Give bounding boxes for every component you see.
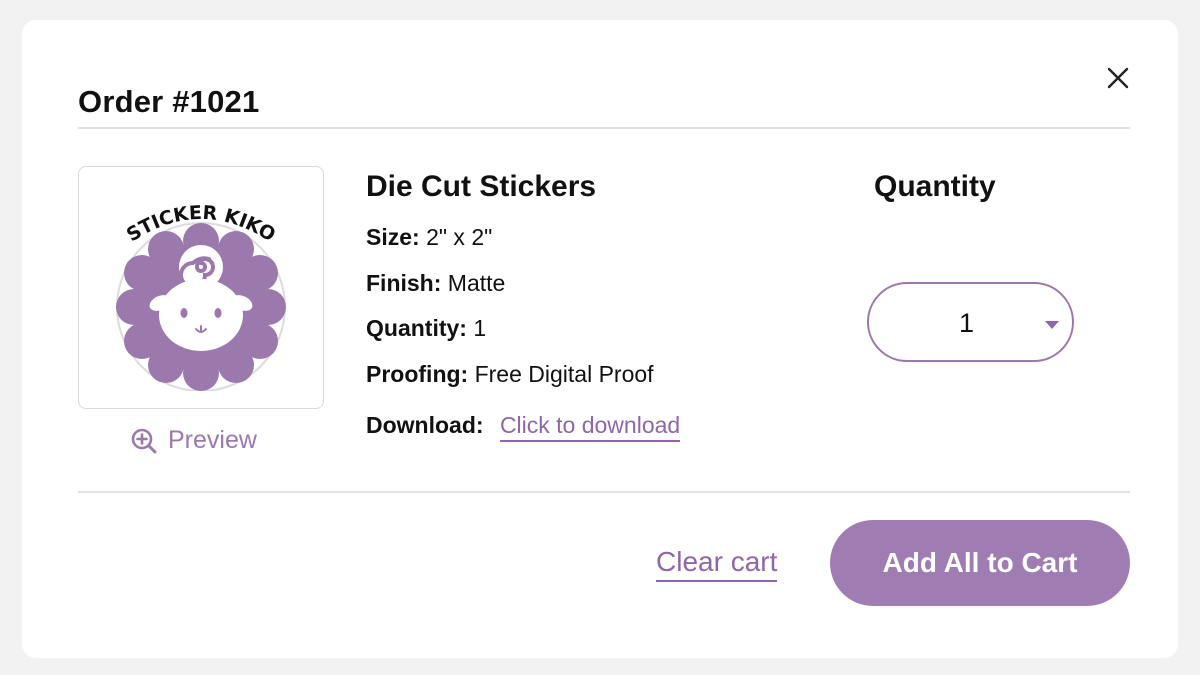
spec-download-key: Download:	[366, 412, 484, 438]
spec-finish: Finish: Matte	[366, 270, 505, 297]
quantity-heading: Quantity	[874, 170, 996, 203]
close-icon	[1107, 67, 1129, 89]
spec-download: Download: Click to download	[366, 412, 681, 442]
caret-down-icon	[1045, 321, 1059, 329]
add-all-to-cart-button[interactable]: Add All to Cart	[830, 520, 1130, 606]
preview-link[interactable]: Preview	[130, 426, 257, 455]
quantity-selected-value: 1	[958, 308, 975, 338]
spec-size-value: 2" x 2"	[426, 224, 493, 250]
header-divider	[78, 127, 1130, 129]
download-link[interactable]: Click to download	[499, 412, 681, 442]
spec-size-key: Size:	[366, 224, 420, 250]
modal-title: Order #1021	[78, 84, 260, 119]
spec-quantity: Quantity: 1	[366, 315, 486, 342]
product-name: Die Cut Stickers	[366, 170, 597, 203]
preview-label: Preview	[168, 426, 257, 454]
spec-proofing-value: Free Digital Proof	[474, 361, 654, 387]
spec-proofing-key: Proofing:	[366, 361, 469, 387]
footer-divider	[78, 491, 1130, 493]
spec-proofing: Proofing: Free Digital Proof	[366, 361, 654, 388]
order-modal: Order #1021 STICKER KIKO Preview Die Cut…	[22, 20, 1178, 658]
spec-size: Size: 2" x 2"	[366, 224, 492, 251]
zoom-in-icon	[131, 428, 157, 453]
spec-quantity-value: 1	[473, 315, 487, 341]
quantity-select[interactable]: 1	[867, 282, 1074, 362]
sheep-sticker-logo: STICKER KIKO	[116, 201, 286, 391]
product-thumbnail[interactable]: STICKER KIKO	[78, 166, 324, 409]
clear-cart-link[interactable]: Clear cart	[656, 546, 778, 582]
spec-finish-value: Matte	[447, 270, 506, 296]
spec-quantity-key: Quantity:	[366, 315, 467, 341]
close-button[interactable]	[1102, 62, 1134, 94]
spec-finish-key: Finish:	[366, 270, 442, 296]
